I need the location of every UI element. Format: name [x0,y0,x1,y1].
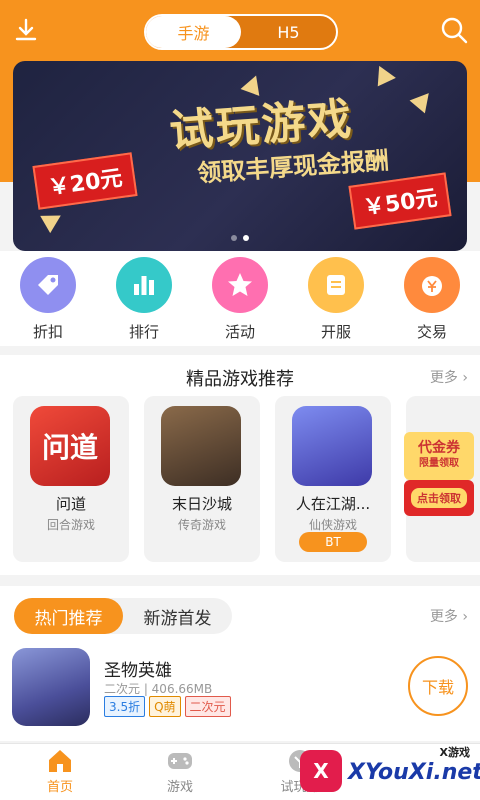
chevron-right-icon: › [462,609,468,625]
banner-dot-active[interactable] [243,235,249,241]
tab-h5-games[interactable]: H5 [241,16,336,48]
game-name: 末日沙城 [171,495,232,513]
game-name: 问道 [55,495,86,513]
game-meta: 二次元 | 406.66MB [104,682,213,696]
game-genre: 传奇游戏 [177,518,226,532]
style-tag: Q萌 [149,696,181,717]
platform-toggle: 手游 H5 [144,14,338,50]
discount-tag: 3.5折 [104,696,146,717]
quick-events[interactable]: 活动 [205,257,275,342]
search-icon [441,17,468,44]
top-bar: 手游 H5 [0,0,480,60]
more-link[interactable]: 更多 › [430,606,468,626]
decor-triangle [409,86,437,114]
quick-server-open[interactable]: 开服 [301,257,371,342]
bt-badge: BT [299,532,367,552]
game-card[interactable]: 人在江湖... 仙侠游戏 BT [275,396,391,562]
server-list-icon [308,257,364,313]
quick-actions: 折扣 排行 活动 开服 交易 [0,251,480,346]
hot-tabs: 热门推荐 新游首发 [14,598,232,634]
gamepad-icon [166,748,194,774]
quick-label: 排行 [128,323,159,341]
promo-banner[interactable]: 试玩游戏 领取丰厚现金报酬 ￥20元 ￥50元 [13,61,467,251]
hot-section: 热门推荐 新游首发 更多 › 圣物英雄 二次元 | 406.66MB 3.5折 … [0,586,480,741]
bar-rank-icon [116,257,172,313]
download-button[interactable]: 下载 [408,656,468,716]
game-icon [292,406,372,486]
voucher-subtitle: 限量领取 [419,458,459,469]
quick-label: 活动 [224,323,255,341]
quick-discount[interactable]: 折扣 [13,257,83,342]
decor-triangle [40,206,66,234]
quick-trade[interactable]: 交易 [397,257,467,342]
watermark-small-text: X游戏 [439,746,470,759]
sale-tag-icon [20,257,76,313]
nav-home[interactable]: 首页 [20,748,100,795]
more-label: 更多 [429,370,458,386]
claim-voucher-button[interactable]: 点击领取 [411,488,467,508]
game-genre: 仙侠游戏 [308,518,357,532]
game-tags: 3.5折 Q萌 二次元 [104,696,231,717]
watermark-logo: X [300,750,342,792]
more-label: 更多 [429,609,458,625]
game-icon [12,648,90,726]
tab-new-release[interactable]: 新游首发 [123,598,232,634]
star-icon [212,257,268,313]
tab-hot-recommend[interactable]: 热门推荐 [14,598,123,634]
game-card[interactable]: 末日沙城 传奇游戏 [144,396,260,562]
game-card[interactable]: 问道 问道 回合游戏 [13,396,129,562]
voucher-title: 代金券 [418,440,460,456]
voucher-promo[interactable]: 代金券 限量领取 点击领取 [404,422,474,522]
banner-cash-tag-20: ￥20元 [32,152,138,210]
game-genre: 回合游戏 [46,518,95,532]
nav-games[interactable]: 游戏 [140,748,220,795]
quick-ranking[interactable]: 排行 [109,257,179,342]
banner-cash-tag-50: ￥50元 [348,172,452,230]
nav-label: 首页 [46,780,73,795]
search-button[interactable] [438,14,470,46]
voucher-card: 代金券 限量领取 [404,432,474,480]
yuan-bag-icon [404,257,460,313]
site-watermark: X X游戏 XYouXi.net [294,742,480,798]
more-link[interactable]: 更多 › [430,367,468,387]
game-icon [161,406,241,486]
download-icon [15,18,37,41]
watermark-site-name: XYouXi.net [348,760,480,785]
game-list-item[interactable]: 圣物英雄 二次元 | 406.66MB 3.5折 Q萌 二次元 下载 [0,646,480,728]
home-icon [46,748,74,774]
banner-pagination [13,235,467,241]
tab-mobile-games[interactable]: 手游 [146,16,241,48]
game-title: 圣物英雄 [104,661,172,681]
game-name: 人在江湖... [295,495,371,513]
game-art-text: 问道 [41,431,98,464]
nav-label: 游戏 [166,780,193,795]
quick-label: 开服 [320,323,351,341]
banner-dot[interactable] [231,235,237,241]
quick-label: 交易 [416,323,447,341]
quick-label: 折扣 [32,323,63,341]
game-icon: 问道 [30,406,110,486]
chevron-right-icon: › [462,370,468,386]
section-title: 精品游戏推荐 [186,369,294,390]
genre-tag: 二次元 [184,696,231,717]
voucher-envelope: 点击领取 [404,480,474,516]
download-manager-button[interactable] [10,14,42,46]
